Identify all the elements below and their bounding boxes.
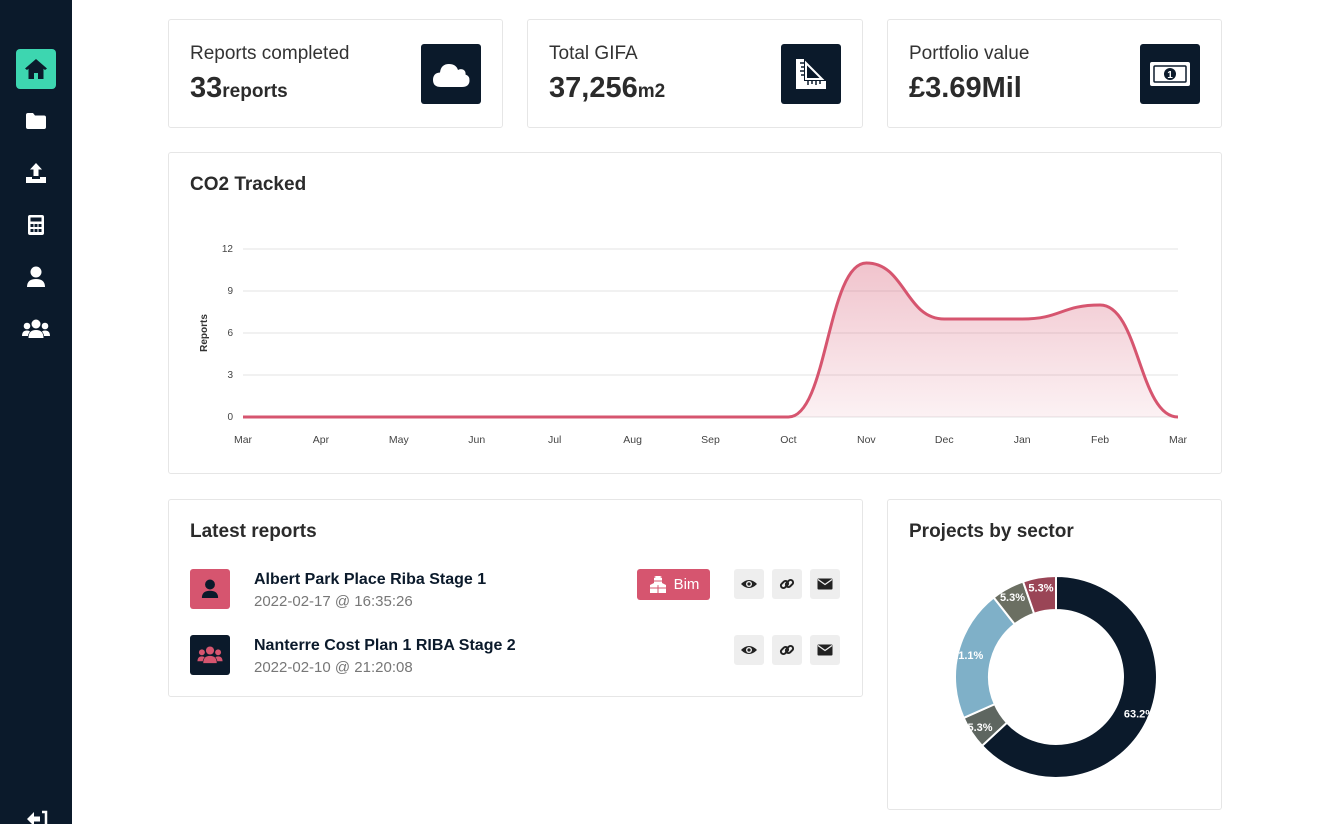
- ruler-icon: [796, 59, 826, 89]
- stat-value: 33reports: [190, 72, 288, 104]
- slice-label: 63.2%: [1124, 708, 1155, 720]
- avatar: [190, 635, 230, 675]
- report-date: 2022-02-17 @ 16:35:26: [254, 593, 413, 610]
- user-icon: [201, 579, 219, 598]
- link-icon: [779, 644, 795, 656]
- report-name[interactable]: Albert Park Place Riba Stage 1: [254, 571, 486, 589]
- calculator-icon: [28, 215, 44, 235]
- sector-donut-chart: 63.2%5.3%21.1%5.3%5.3%: [952, 574, 1158, 779]
- stat-value: £3.69Mil: [909, 72, 1022, 104]
- users-icon: [197, 646, 223, 664]
- stat-value: 37,256m2: [549, 72, 666, 104]
- series-area: [243, 263, 1178, 417]
- eye-icon: [741, 580, 757, 588]
- x-tick-label: Dec: [935, 434, 954, 446]
- view-button[interactable]: [734, 635, 764, 665]
- x-tick-label: Mar: [234, 434, 253, 446]
- y-tick-label: 0: [227, 412, 233, 423]
- cloud-icon: [433, 64, 470, 87]
- users-icon: [22, 319, 50, 338]
- x-tick-label: Aug: [623, 434, 642, 446]
- list-item: Nanterre Cost Plan 1 RIBA Stage 2 2022-0…: [190, 635, 840, 679]
- sign-out-icon: [27, 810, 48, 824]
- sidebar-item-calculator[interactable]: [16, 205, 56, 245]
- bim-badge-label: Bim: [673, 576, 700, 593]
- sidebar-item-upload[interactable]: [16, 153, 56, 193]
- stat-icon-box: [781, 44, 841, 104]
- co2-chart-card: CO2 Tracked 0 3 6 9 12 Mar Apr May Jun Jul Aug Sep O…: [168, 152, 1222, 474]
- slice-label: 21.1%: [952, 650, 983, 662]
- x-tick-label: Oct: [780, 434, 796, 446]
- email-button[interactable]: [810, 635, 840, 665]
- x-tick-label: May: [389, 434, 410, 446]
- latest-reports-card: Latest reports Albert Park Place Riba St…: [168, 499, 863, 697]
- avatar: [190, 569, 230, 609]
- sidebar-item-home[interactable]: [16, 49, 56, 89]
- money-bill-icon: 1: [1150, 62, 1190, 86]
- stat-icon-box: [421, 44, 481, 104]
- stat-label: Total GIFA: [549, 43, 638, 64]
- link-icon: [779, 578, 795, 590]
- stat-card-portfolio: Portfolio value £3.69Mil 1: [887, 19, 1222, 128]
- sidebar-item-profile[interactable]: [16, 257, 56, 297]
- x-tick-label: Mar: [1169, 434, 1188, 446]
- stat-card-gifa: Total GIFA 37,256m2: [527, 19, 863, 128]
- stat-label: Reports completed: [190, 43, 350, 64]
- report-date: 2022-02-10 @ 21:20:08: [254, 659, 413, 676]
- eye-icon: [741, 646, 757, 654]
- cubes-icon: [649, 575, 666, 593]
- envelope-icon: [817, 644, 833, 656]
- user-icon: [27, 266, 45, 287]
- sidebar-item-logout[interactable]: [16, 800, 56, 824]
- x-tick-label: Jul: [548, 434, 561, 446]
- x-tick-label: Jan: [1014, 434, 1031, 446]
- slice-label: 5.3%: [1000, 592, 1025, 604]
- envelope-icon: [817, 578, 833, 590]
- co2-area-chart: 0 3 6 9 12 Mar Apr May Jun Jul Aug Sep Oct Nov Dec Jan F…: [199, 244, 1188, 446]
- latest-reports-title: Latest reports: [190, 521, 317, 542]
- y-tick-label: 3: [227, 370, 233, 381]
- email-button[interactable]: [810, 569, 840, 599]
- view-button[interactable]: [734, 569, 764, 599]
- x-tick-label: Apr: [313, 434, 330, 446]
- svg-text:1: 1: [1167, 70, 1173, 81]
- slice-label: 5.3%: [1028, 582, 1053, 594]
- x-tick-label: Feb: [1091, 434, 1109, 446]
- sidebar-item-team[interactable]: [16, 309, 56, 349]
- x-tick-label: Jun: [468, 434, 485, 446]
- upload-icon: [26, 163, 46, 183]
- y-tick-label: 12: [222, 244, 234, 255]
- folder-icon: [26, 113, 46, 129]
- y-tick-label: 6: [227, 328, 233, 339]
- x-tick-label: Sep: [701, 434, 720, 446]
- stat-label: Portfolio value: [909, 43, 1030, 64]
- list-item: Albert Park Place Riba Stage 1 2022-02-1…: [190, 569, 840, 613]
- slice-label: 5.3%: [968, 722, 993, 734]
- sidebar-item-projects[interactable]: [16, 101, 56, 141]
- bim-badge[interactable]: Bim: [637, 569, 710, 600]
- x-tick-label: Nov: [857, 434, 876, 446]
- y-axis-label: Reports: [199, 314, 210, 352]
- stat-icon-box: 1: [1140, 44, 1200, 104]
- stat-card-reports: Reports completed 33reports: [168, 19, 503, 128]
- y-tick-label: 9: [227, 286, 233, 297]
- copy-link-button[interactable]: [772, 635, 802, 665]
- sidebar: [0, 0, 72, 824]
- copy-link-button[interactable]: [772, 569, 802, 599]
- home-icon: [25, 59, 47, 79]
- sector-chart-card: Projects by sector 63.2% 5.3% 21.1% 5.3% 5.3…: [887, 499, 1222, 810]
- report-name[interactable]: Nanterre Cost Plan 1 RIBA Stage 2: [254, 637, 516, 655]
